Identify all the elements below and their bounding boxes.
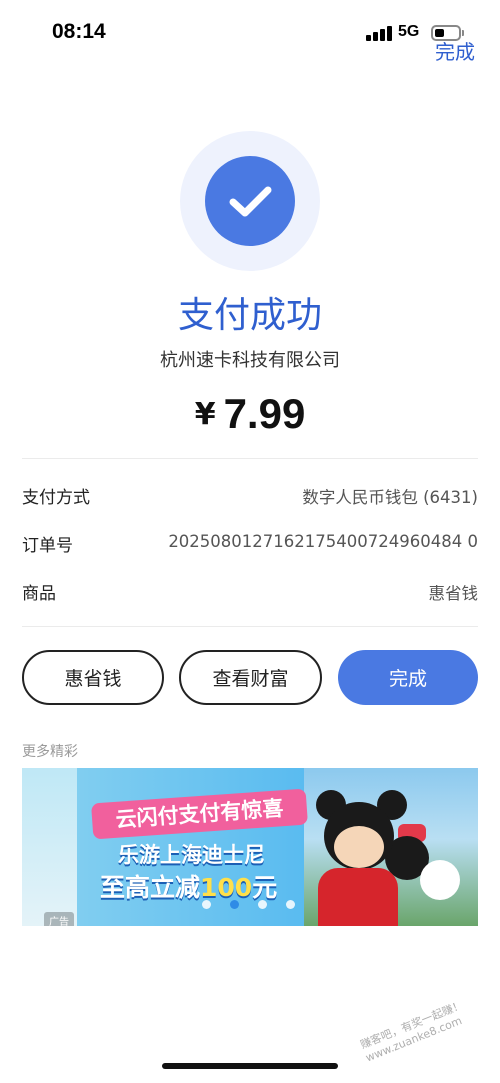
detail-key: 订单号 bbox=[22, 536, 73, 556]
detail-row-payment-method: 支付方式 数字人民币钱包 (6431) bbox=[22, 483, 478, 513]
carousel-dot[interactable] bbox=[202, 900, 211, 909]
merchant-name: 杭州速卡科技有限公司 bbox=[160, 350, 340, 371]
payment-amount: ¥7.99 bbox=[0, 390, 500, 438]
detail-key: 支付方式 bbox=[22, 488, 90, 508]
divider bbox=[22, 626, 478, 627]
carousel-dot[interactable] bbox=[286, 900, 295, 909]
carousel-dot-active[interactable] bbox=[230, 900, 239, 909]
page-title: 支付成功 bbox=[177, 295, 322, 336]
carousel-dot[interactable] bbox=[258, 900, 267, 909]
view-wealth-button[interactable]: 查看财富 bbox=[179, 650, 322, 705]
banner-left-slide bbox=[22, 768, 77, 926]
done-button[interactable]: 完成 bbox=[338, 650, 478, 705]
network-label: 5G bbox=[398, 23, 420, 40]
home-indicator[interactable] bbox=[162, 1063, 338, 1069]
detail-value: 2025080127162175400724960484 0 bbox=[168, 532, 478, 551]
signal-icon bbox=[366, 26, 392, 41]
banner-headline: 乐游上海迪士尼 bbox=[118, 843, 265, 867]
banner-ribbon: 云闪付支付有惊喜 bbox=[91, 788, 308, 840]
promo-banner[interactable]: 云闪付支付有惊喜 乐游上海迪士尼 至高立减100元 广告 bbox=[22, 768, 478, 926]
detail-value: 惠省钱 bbox=[428, 584, 479, 603]
banner-offer-prefix: 至高立减 bbox=[100, 873, 201, 902]
detail-row-order-number: 订单号 2025080127162175400724960484 0 bbox=[22, 531, 478, 561]
status-time: 08:14 bbox=[52, 20, 106, 43]
divider bbox=[22, 458, 478, 459]
amount-value: 7.99 bbox=[223, 390, 306, 437]
detail-key: 商品 bbox=[22, 584, 56, 604]
ad-tag: 广告 bbox=[44, 912, 74, 926]
detail-row-product: 商品 惠省钱 bbox=[22, 579, 478, 609]
more-section-label: 更多精彩 bbox=[22, 744, 78, 760]
done-top-button[interactable]: 完成 bbox=[435, 36, 475, 65]
carousel-dots[interactable] bbox=[198, 898, 298, 910]
donald-image bbox=[420, 860, 460, 900]
status-bar: 08:14 5G 完成 bbox=[0, 0, 500, 66]
detail-value: 数字人民币钱包 (6431) bbox=[302, 488, 478, 507]
watermark: 赚客吧，有奖一起赚！ www.zuanke8.com bbox=[358, 998, 466, 1065]
check-icon bbox=[205, 156, 295, 246]
mickey-face bbox=[334, 826, 384, 868]
huishengqian-button[interactable]: 惠省钱 bbox=[22, 650, 164, 705]
mickey-body bbox=[318, 868, 398, 926]
currency-symbol: ¥ bbox=[194, 397, 216, 432]
